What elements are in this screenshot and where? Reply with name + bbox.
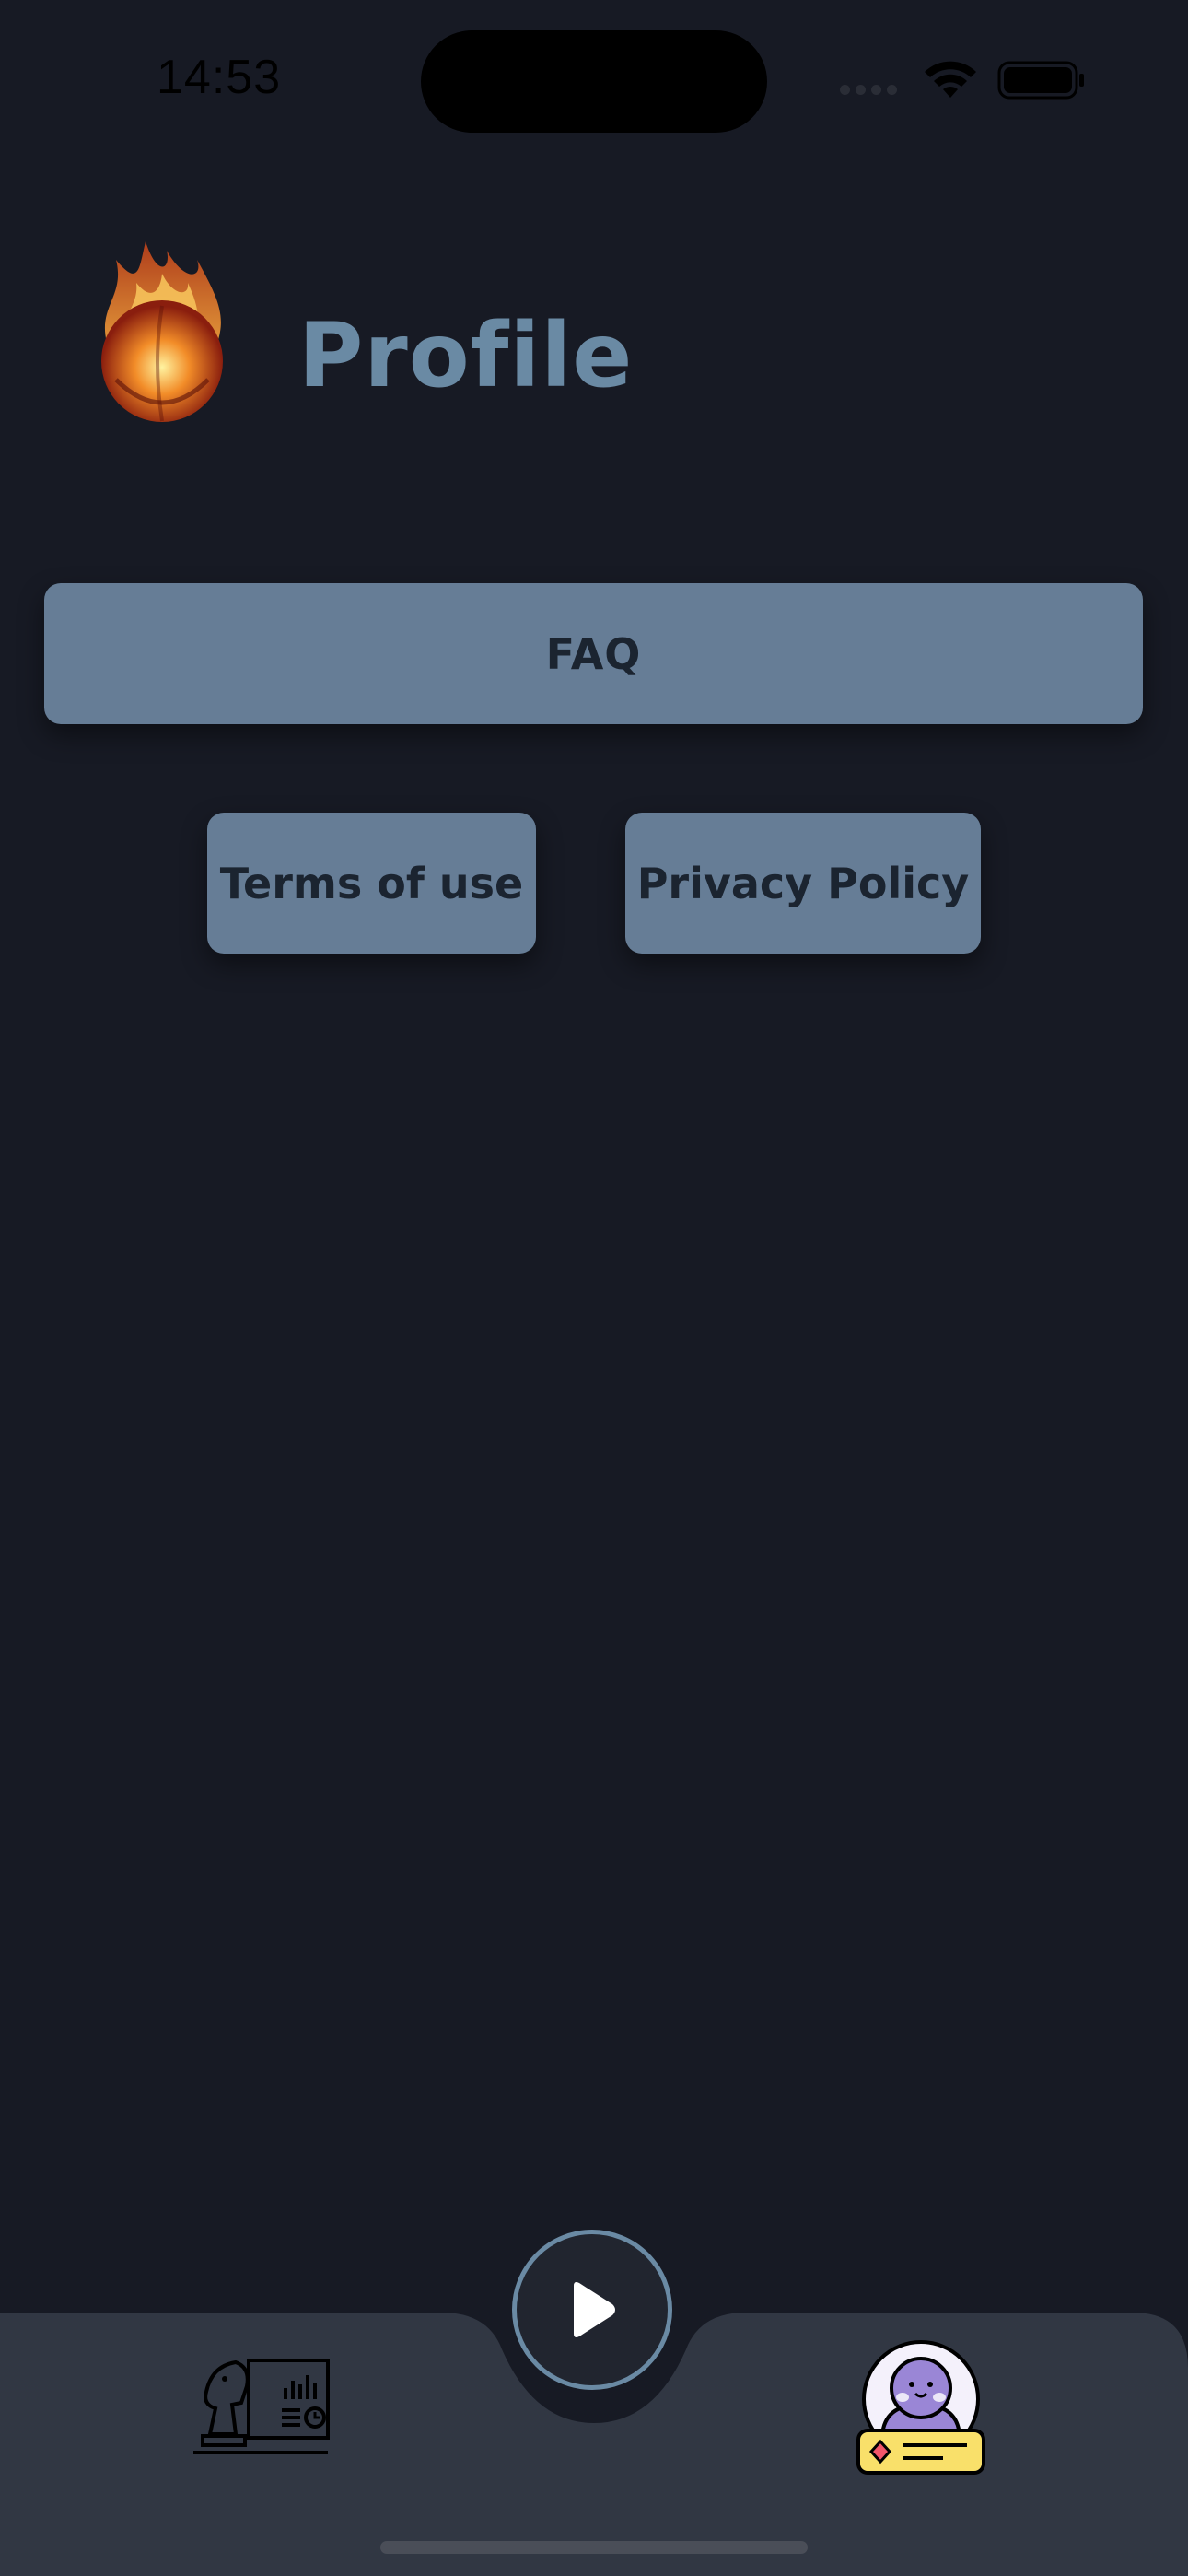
play-button[interactable] [512,2230,672,2390]
user-profile-card-icon[interactable] [856,2340,987,2478]
battery-icon [997,61,1084,100]
terms-of-use-button[interactable]: Terms of use [207,813,536,954]
privacy-policy-button[interactable]: Privacy Policy [625,813,981,954]
faq-button[interactable]: FAQ [44,583,1143,724]
status-bar: 14:53 [0,0,1188,157]
wifi-icon [925,61,976,98]
status-time: 14:53 [157,51,282,104]
cellular-signal-icon [840,85,897,95]
dynamic-island [421,30,767,133]
play-icon [574,2282,615,2337]
home-indicator [380,2541,808,2554]
page-title: Profile [298,304,634,407]
chess-knight-stats-icon[interactable] [193,2348,333,2462]
flaming-ball-icon [101,241,223,422]
